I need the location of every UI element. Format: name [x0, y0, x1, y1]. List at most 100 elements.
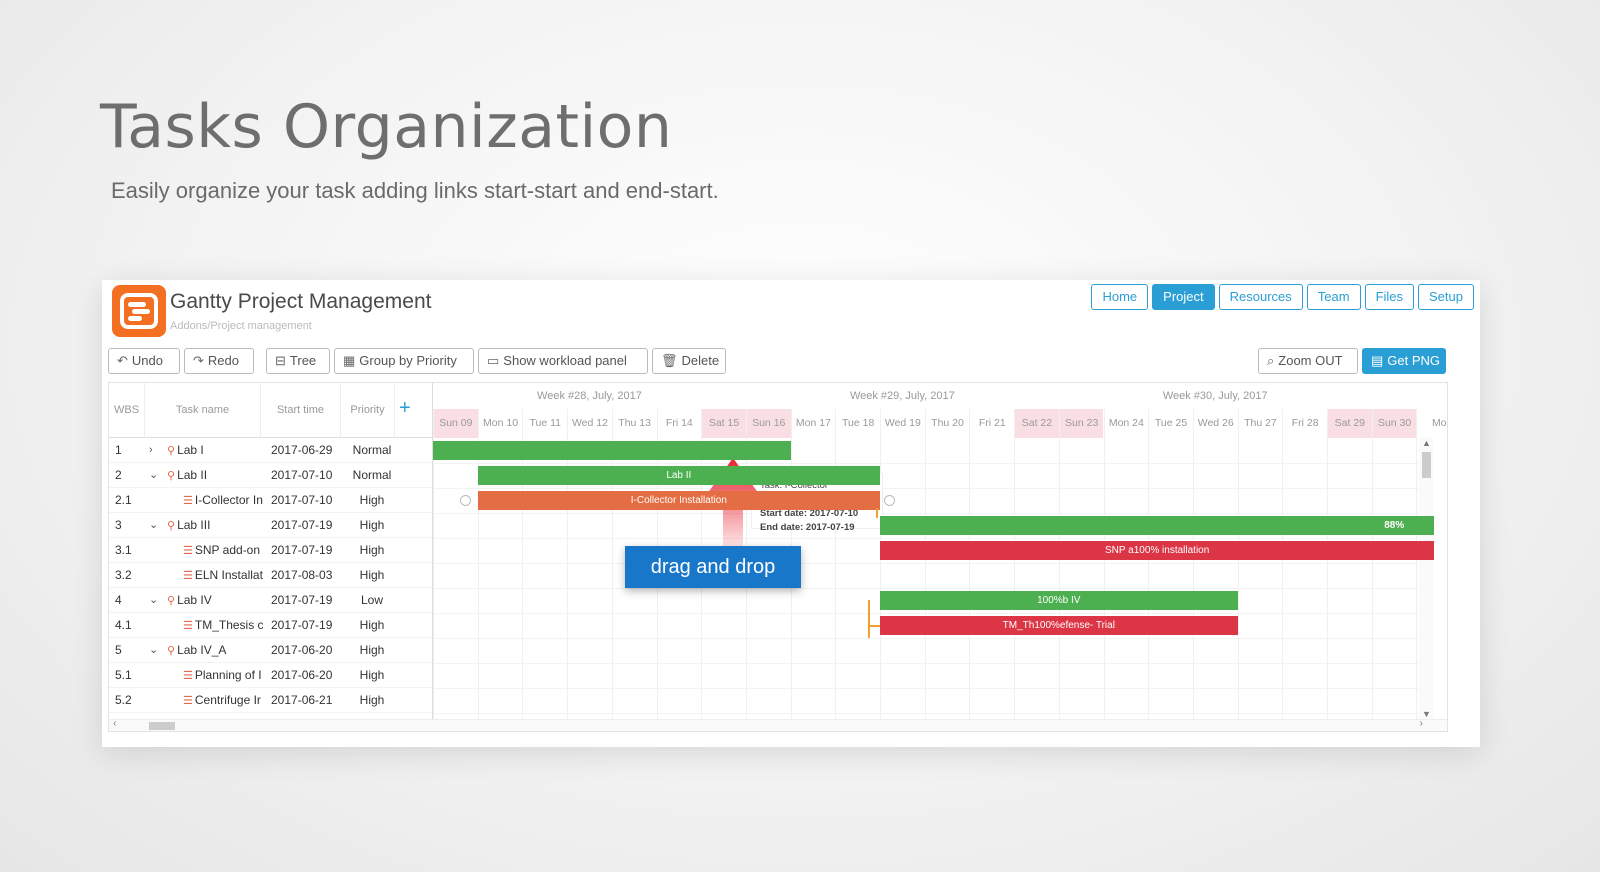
grid-column-line	[1014, 438, 1016, 719]
day-label: Sun 16	[745, 409, 791, 438]
magnifier-icon: ⌕	[1267, 353, 1275, 368]
horizontal-scrollbar[interactable]: ‹ ›	[109, 718, 1447, 731]
priority-cell: Normal	[352, 468, 392, 482]
get-png-button[interactable]: ▤ Get PNG	[1362, 348, 1446, 374]
table-row[interactable]: 4.1 ☰ TM_Thesis c 2017-07-19 High	[109, 613, 432, 638]
day-label: Tue 11	[522, 409, 567, 438]
vertical-scrollbar[interactable]: ▲ ▼	[1419, 438, 1433, 719]
task-name: Lab II	[177, 468, 208, 482]
priority-cell: Normal	[352, 443, 392, 457]
wbs-cell: 2.1	[115, 493, 132, 507]
link-end-handle[interactable]	[884, 495, 895, 506]
task-name-cell[interactable]: ⚲ Lab II	[167, 463, 263, 488]
hero-subtitle: Easily organize your task adding links s…	[111, 178, 719, 203]
day-label: Tue 18	[835, 409, 880, 438]
task-name-cell[interactable]: ☰ Planning of I	[183, 663, 263, 688]
day-label: Mon 17	[790, 409, 836, 438]
vertical-scroll-thumb[interactable]	[1422, 452, 1431, 478]
table-row[interactable]: 3.1 ☰ SNP add-on 2017-07-19 High	[109, 538, 432, 563]
priority-cell: Low	[360, 593, 383, 607]
task-name-cell[interactable]: ☰ ELN Installat	[183, 563, 263, 588]
table-row[interactable]: 4 ⌄ ⚲ Lab IV 2017-07-19 Low	[109, 588, 432, 613]
nav-home[interactable]: Home	[1091, 284, 1149, 310]
expand-caret-icon[interactable]: ⌄	[149, 463, 158, 488]
drag-and-drop-callout: drag and drop	[625, 546, 801, 588]
nav-team[interactable]: Team	[1306, 284, 1361, 310]
add-column-icon[interactable]: +	[399, 397, 411, 420]
nav-setup[interactable]: Setup	[1418, 284, 1474, 310]
undo-label: Undo	[131, 353, 163, 368]
scroll-left-icon[interactable]: ‹	[113, 718, 116, 729]
zoom-out-label: Zoom OUT	[1278, 353, 1343, 368]
task-name-cell[interactable]: ☰ Centrifuge Ir	[183, 688, 263, 713]
link-start-handle[interactable]	[459, 495, 471, 506]
show-workload-button[interactable]: ▭ Show workload panel	[478, 348, 648, 374]
scroll-right-icon[interactable]: ›	[1420, 718, 1423, 729]
tree-button[interactable]: ⊟ Tree	[266, 348, 330, 374]
redo-button[interactable]: ↷ Redo	[184, 348, 254, 374]
link-connector	[868, 600, 870, 638]
gantt-bar[interactable]: 88%	[880, 516, 1435, 535]
day-label: Sat 29	[1327, 409, 1372, 438]
wbs-cell: 5.2	[115, 693, 132, 707]
day-label: Thu 27	[1237, 409, 1283, 438]
wbs-cell: 3.1	[115, 543, 132, 557]
task-name-cell[interactable]: ☰ SNP add-on	[183, 538, 263, 563]
nav-resources[interactable]: Resources	[1218, 284, 1303, 310]
day-label: Thu 13	[611, 409, 657, 438]
priority-cell: High	[359, 618, 385, 632]
task-name: SNP add-on	[194, 543, 261, 557]
task-name-cell[interactable]: ☰ I-Collector In	[183, 488, 263, 513]
task-name-cell[interactable]: ⚲ Lab III	[167, 513, 263, 538]
header-task-name[interactable]: Task name	[145, 383, 261, 438]
delete-button[interactable]: 🗑 Delete	[652, 348, 726, 374]
header-priority[interactable]: Priority	[341, 383, 395, 438]
task-name: Lab IV_A	[177, 643, 227, 657]
app-window: Gantty Project Management Addons/Project…	[102, 280, 1480, 747]
table-row[interactable]: 3.2 ☰ ELN Installat 2017-08-03 High	[109, 563, 432, 588]
table-row[interactable]: 2.1 ☰ I-Collector In 2017-07-10 High	[109, 488, 432, 513]
scroll-up-icon[interactable]: ▲	[1422, 438, 1431, 448]
nav-project[interactable]: Project	[1152, 284, 1215, 310]
undo-button[interactable]: ↶ Undo	[108, 348, 180, 374]
zoom-out-button[interactable]: ⌕ Zoom OUT	[1258, 348, 1358, 374]
expand-caret-icon[interactable]: ⌄	[149, 638, 158, 663]
priority-cell: High	[359, 668, 385, 682]
gantt-bar[interactable]: Lab II	[477, 466, 880, 485]
task-name: I-Collector In	[194, 493, 263, 507]
table-row[interactable]: 5.2 ☰ Centrifuge Ir 2017-06-21 High	[109, 688, 432, 713]
table-row[interactable]: 5.1 ☰ Planning of I 2017-06-20 High	[109, 663, 432, 688]
gantt-bar[interactable]	[433, 441, 791, 460]
start-time-cell: 2017-08-03	[271, 568, 333, 582]
expand-caret-icon[interactable]: ›	[149, 438, 153, 463]
header-wbs[interactable]: WBS	[109, 383, 145, 438]
header-start-time[interactable]: Start time	[261, 383, 341, 438]
expand-caret-icon[interactable]: ⌄	[149, 513, 158, 538]
bar-label: I-Collector Installation	[630, 495, 727, 506]
group-by-priority-button[interactable]: ▦ Group by Priority	[334, 348, 474, 374]
grid-column-line	[433, 438, 434, 719]
gantt-bar[interactable]: 100%b IV	[880, 591, 1238, 610]
group-tree-icon: ⚲	[167, 645, 176, 657]
table-row[interactable]: 1 › ⚲ Lab I 2017-06-29 Normal	[109, 438, 432, 463]
wbs-cell: 4.1	[115, 618, 132, 632]
start-time-cell: 2017-06-20	[271, 643, 333, 657]
link-connector	[876, 508, 878, 518]
wbs-cell: 2	[115, 468, 122, 482]
task-name-cell[interactable]: ⚲ Lab I	[167, 438, 263, 463]
scroll-down-icon[interactable]: ▼	[1422, 709, 1431, 719]
gantt-bar[interactable]: SNP a100% installation	[880, 541, 1435, 560]
task-name-cell[interactable]: ⚲ Lab IV	[167, 588, 263, 613]
gantt-bar[interactable]: I-Collector Installation	[477, 491, 880, 510]
priority-cell: High	[359, 643, 385, 657]
task-name-cell[interactable]: ☰ TM_Thesis c	[183, 613, 263, 638]
table-row[interactable]: 2 ⌄ ⚲ Lab II 2017-07-10 Normal	[109, 463, 432, 488]
table-row[interactable]: 5 ⌄ ⚲ Lab IV_A 2017-06-20 High	[109, 638, 432, 663]
expand-caret-icon[interactable]: ⌄	[149, 588, 158, 613]
gantt-bar[interactable]: TM_Th100%efense- Trial	[880, 616, 1238, 635]
table-row[interactable]: 3 ⌄ ⚲ Lab III 2017-07-19 High	[109, 513, 432, 538]
task-name-cell[interactable]: ⚲ Lab IV_A	[167, 638, 263, 663]
horizontal-scroll-thumb[interactable]	[149, 722, 175, 730]
day-label: Wed 12	[567, 409, 612, 438]
nav-files[interactable]: Files	[1364, 284, 1415, 310]
